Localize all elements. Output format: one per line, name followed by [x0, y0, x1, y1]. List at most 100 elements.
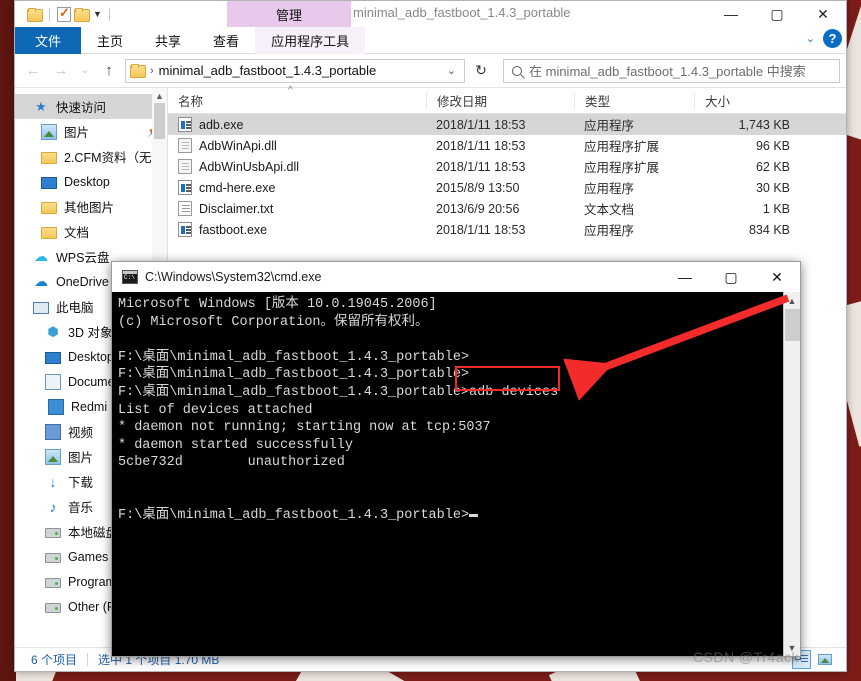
chevron-down-icon[interactable]: ⌄	[447, 64, 460, 77]
large-icons-view-button[interactable]	[815, 650, 834, 669]
file-size-cell: 96 KB	[755, 138, 790, 153]
sidebar-item-pictures[interactable]: 图片 📌	[15, 119, 167, 144]
explorer-title-bar[interactable]: ▼ 管理 minimal_adb_fastboot_1.4.3_portable…	[15, 1, 846, 27]
file-size-cell: 1 KB	[762, 201, 790, 216]
column-header-name[interactable]: 名称 ^	[168, 85, 426, 110]
chevron-down-icon[interactable]: ▼	[93, 9, 102, 19]
table-row[interactable]: AdbWinApi.dll 2018/1/11 18:53 应用程序扩展 96 …	[168, 135, 846, 156]
file-type-cell: 应用程序扩展	[584, 140, 660, 154]
tab-home[interactable]: 主页	[81, 27, 139, 54]
tab-application-tools[interactable]: 应用程序工具	[255, 27, 366, 54]
drive-icon	[45, 553, 61, 563]
folder-icon	[41, 226, 57, 239]
tab-view[interactable]: 查看	[197, 27, 255, 54]
window-controls[interactable]: — ▢ ✕	[708, 1, 846, 27]
file-date-cell: 2015/8/9 13:50	[436, 180, 520, 195]
folder-icon	[41, 201, 57, 214]
file-list-header[interactable]: 名称 ^ 修改日期 类型 大小	[168, 85, 846, 114]
file-name-cell[interactable]: Disclaimer.txt	[168, 201, 426, 216]
file-name-cell[interactable]: cmd-here.exe	[168, 180, 426, 195]
table-row[interactable]: cmd-here.exe 2015/8/9 13:50 应用程序 30 KB	[168, 177, 846, 198]
refresh-button[interactable]: ↻	[469, 59, 493, 83]
column-header-date[interactable]: 修改日期	[426, 92, 574, 109]
chevron-up-icon[interactable]: ▲	[152, 88, 167, 103]
path-breadcrumb[interactable]: › minimal_adb_fastboot_1.4.3_portable ⌄	[125, 58, 465, 83]
contextual-tab-manage[interactable]: 管理	[227, 1, 351, 27]
ribbon-right-controls[interactable]: ⌄ ?	[806, 29, 842, 48]
sidebar-item-label: 图片	[68, 451, 94, 465]
properties-icon[interactable]	[57, 5, 71, 22]
sidebar-item-label: 快速访问	[56, 101, 107, 115]
console-icon	[122, 270, 138, 284]
close-button[interactable]: ✕	[800, 1, 846, 27]
file-date-cell: 2018/1/11 18:53	[436, 159, 526, 174]
tab-share[interactable]: 共享	[139, 27, 197, 54]
sidebar-item-label: Other (F	[68, 599, 115, 614]
file-size-cell: 1,743 KB	[738, 117, 790, 132]
column-header-size[interactable]: 大小	[694, 92, 804, 109]
tab-file[interactable]: 文件	[15, 27, 82, 54]
table-row[interactable]: adb.exe 2018/1/11 18:53 应用程序 1,743 KB	[168, 114, 846, 135]
cmd-console-output[interactable]: Microsoft Windows [版本 10.0.19045.2006] (…	[112, 292, 783, 656]
folder-icon[interactable]	[27, 7, 43, 22]
search-input[interactable]: 在 minimal_adb_fastboot_1.4.3_portable 中搜…	[503, 58, 840, 83]
desktop-icon	[41, 176, 57, 189]
folder-icon	[130, 64, 146, 78]
table-row[interactable]: fastboot.exe 2018/1/11 18:53 应用程序 834 KB	[168, 219, 846, 240]
table-row[interactable]: Disclaimer.txt 2013/6/9 20:56 文本文档 1 KB	[168, 198, 846, 219]
sidebar-item-label: Program	[68, 574, 116, 589]
sidebar-item-label: 视频	[68, 426, 94, 440]
cmd-scrollbar[interactable]: ▲ ▼	[783, 292, 800, 656]
up-button[interactable]: ↑	[97, 59, 121, 83]
sidebar-item-label: Docume	[68, 374, 115, 389]
documents-icon	[45, 373, 61, 390]
file-type-cell: 文本文档	[584, 203, 635, 217]
cloud-icon: ☁	[34, 248, 48, 264]
breadcrumb-path[interactable]: minimal_adb_fastboot_1.4.3_portable	[159, 63, 377, 78]
command-prompt-window[interactable]: C:\Windows\System32\cmd.exe — ▢ ✕ Micros…	[111, 261, 801, 657]
forward-button[interactable]: →	[49, 59, 73, 83]
sidebar-item-other-pictures[interactable]: 其他图片	[15, 194, 167, 219]
back-button[interactable]: ←	[21, 59, 45, 83]
recent-locations-button[interactable]: ⌄	[77, 59, 93, 83]
sidebar-item-label: 图片	[64, 126, 90, 140]
file-name-cell[interactable]: adb.exe	[168, 117, 426, 132]
dll-file-icon	[178, 138, 192, 153]
chevron-up-icon[interactable]: ▲	[784, 292, 800, 309]
scrollbar-thumb[interactable]	[154, 103, 165, 139]
scrollbar-thumb[interactable]	[785, 309, 800, 341]
cmd-console-text: Microsoft Windows [版本 10.0.19045.2006] (…	[118, 297, 559, 524]
sidebar-item-documents[interactable]: 文档	[15, 219, 167, 244]
column-header-type[interactable]: 类型	[574, 92, 694, 109]
breadcrumb-separator: ›	[150, 64, 154, 77]
desktop-icon	[45, 351, 61, 364]
cmd-title-bar[interactable]: C:\Windows\System32\cmd.exe — ▢ ✕	[112, 262, 800, 292]
chevron-down-icon[interactable]: ⌄	[806, 32, 815, 45]
file-name-cell[interactable]: AdbWinUsbApi.dll	[168, 159, 426, 174]
sidebar-item-desktop[interactable]: Desktop	[15, 169, 167, 194]
help-button[interactable]: ?	[823, 29, 842, 48]
file-type-cell: 应用程序扩展	[584, 161, 660, 175]
quick-access-toolbar[interactable]: ▼	[15, 1, 114, 27]
minimize-button[interactable]: —	[708, 1, 754, 27]
sidebar-item-cfm[interactable]: 2.CFM资料（无	[15, 144, 167, 169]
sort-indicator-icon: ^	[288, 84, 293, 96]
ribbon-tabs[interactable]: 文件 主页 共享 查看 应用程序工具 ⌄ ?	[15, 27, 846, 54]
maximize-button[interactable]: ▢	[754, 1, 800, 27]
address-bar[interactable]: ← → ⌄ ↑ › minimal_adb_fastboot_1.4.3_por…	[15, 54, 846, 87]
file-date-cell: 2018/1/11 18:53	[436, 138, 526, 153]
file-name-cell[interactable]: fastboot.exe	[168, 222, 426, 237]
cmd-window-controls[interactable]: — ▢ ✕	[662, 262, 800, 292]
open-folder-icon[interactable]	[74, 7, 90, 22]
file-type-cell: 应用程序	[584, 224, 635, 238]
cmd-close-button[interactable]: ✕	[754, 262, 800, 292]
table-row[interactable]: AdbWinUsbApi.dll 2018/1/11 18:53 应用程序扩展 …	[168, 156, 846, 177]
file-name-cell[interactable]: AdbWinApi.dll	[168, 138, 426, 153]
cmd-title-label: C:\Windows\System32\cmd.exe	[145, 270, 322, 284]
sidebar-item-quick-access[interactable]: ★ 快速访问	[15, 94, 167, 119]
cmd-maximize-button[interactable]: ▢	[708, 262, 754, 292]
cmd-cursor	[469, 514, 479, 518]
file-name-label: adb.exe	[199, 117, 244, 132]
cmd-minimize-button[interactable]: —	[662, 262, 708, 292]
sidebar-item-label: 3D 对象	[68, 326, 113, 340]
